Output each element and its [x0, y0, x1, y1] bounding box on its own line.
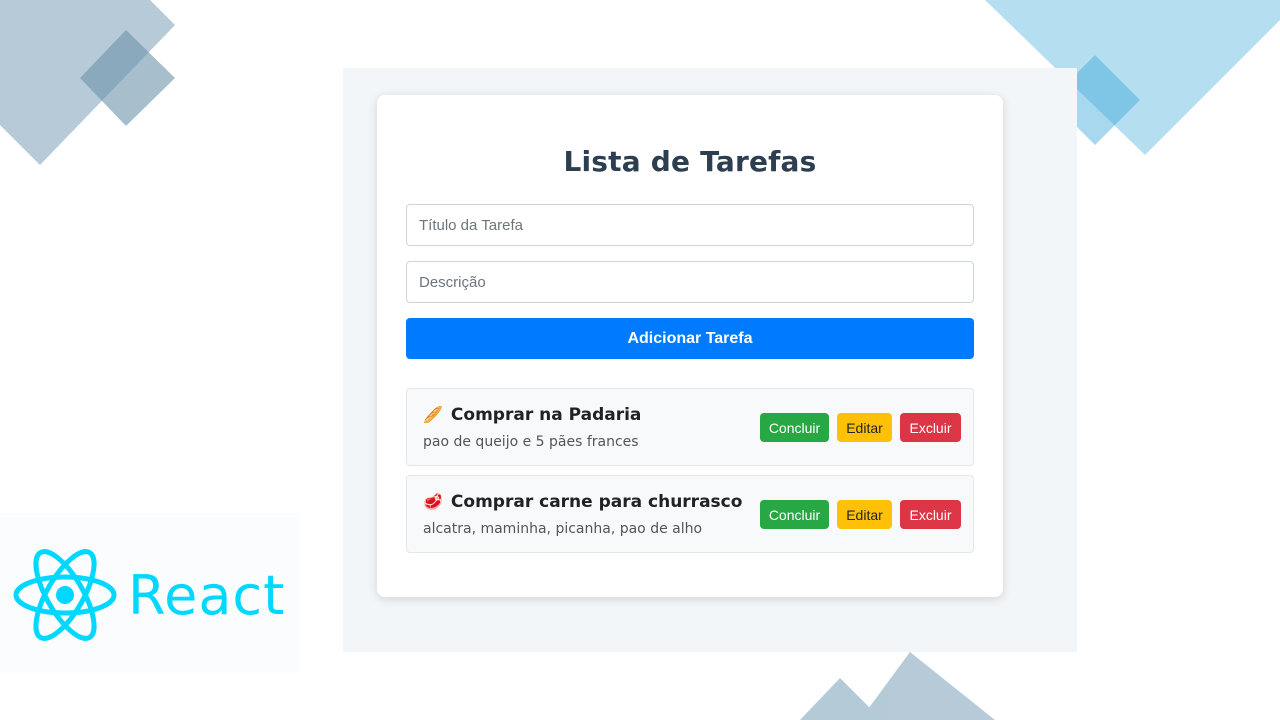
delete-task-button[interactable]: Excluir [900, 500, 961, 529]
task-description-input[interactable] [406, 261, 974, 303]
task-item-description: pao de queijo e 5 pães frances [423, 434, 639, 450]
task-title-input[interactable] [406, 204, 974, 246]
complete-task-button[interactable]: Concluir [760, 413, 829, 442]
task-item: 🥖 Comprar na Padaria pao de queijo e 5 p… [406, 388, 974, 466]
react-logo: React [0, 513, 300, 673]
delete-task-button[interactable]: Excluir [900, 413, 961, 442]
page-title: Lista de Tarefas [563, 145, 817, 178]
edit-task-button[interactable]: Editar [837, 500, 892, 529]
bread-icon: 🥖 [423, 405, 443, 424]
app-window: Lista de Tarefas Adicionar Tarefa 🥖 Comp… [343, 68, 1077, 652]
task-card: Lista de Tarefas Adicionar Tarefa 🥖 Comp… [377, 95, 1003, 597]
add-task-button[interactable]: Adicionar Tarefa [406, 318, 974, 359]
task-item-title-row: 🥩 Comprar carne para churrasco [423, 492, 742, 512]
edit-task-button[interactable]: Editar [837, 413, 892, 442]
task-item-title-row: 🥖 Comprar na Padaria [423, 405, 641, 425]
task-item-title: Comprar carne para churrasco [450, 492, 743, 512]
react-logo-text: React [128, 564, 286, 627]
task-item-description: alcatra, maminha, picanha, pao de alho [423, 521, 703, 537]
stage: Lista de Tarefas Adicionar Tarefa 🥖 Comp… [0, 0, 1280, 720]
complete-task-button[interactable]: Concluir [760, 500, 829, 529]
task-item-title: Comprar na Padaria [450, 405, 642, 425]
task-item: 🥩 Comprar carne para churrasco alcatra, … [406, 475, 974, 553]
react-atom-icon [13, 549, 117, 641]
meat-icon: 🥩 [423, 492, 443, 511]
